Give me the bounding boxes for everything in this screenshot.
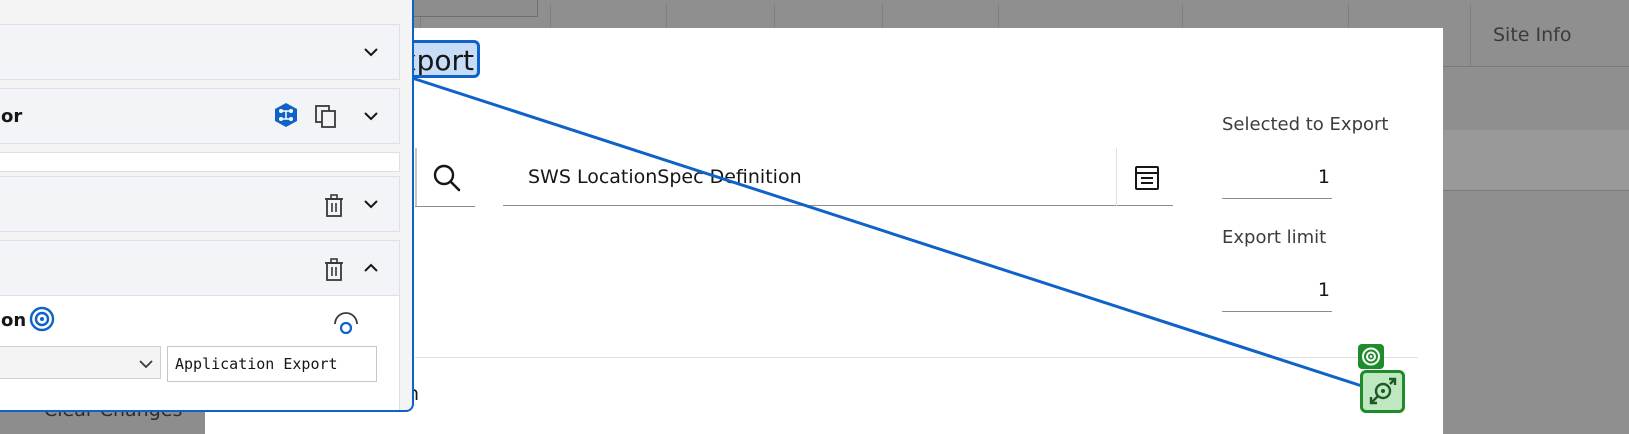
application-export-input[interactable]: Application Export bbox=[167, 346, 377, 382]
panel-row-expanded[interactable] bbox=[0, 240, 400, 296]
panel-row-properties[interactable]: or bbox=[0, 88, 400, 144]
row-label: on bbox=[1, 310, 27, 331]
panel-row-step[interactable] bbox=[0, 176, 400, 232]
type-dropdown[interactable] bbox=[0, 346, 161, 379]
row-label: or bbox=[1, 106, 23, 127]
chevron-down-icon[interactable] bbox=[362, 107, 380, 125]
search-input[interactable]: SWS LocationSpec Definition bbox=[503, 148, 1173, 206]
field-details-button[interactable] bbox=[1116, 148, 1175, 206]
background-tab[interactable]: Site Info bbox=[1470, 4, 1629, 66]
copy-icon[interactable] bbox=[313, 103, 339, 129]
search-icon bbox=[433, 164, 461, 192]
export-limit-label: Export limit bbox=[1222, 227, 1327, 248]
target-icon bbox=[1362, 347, 1380, 366]
trash-icon[interactable] bbox=[321, 193, 347, 219]
search-input-value: SWS LocationSpec Definition bbox=[528, 166, 802, 188]
chevron-down-icon[interactable] bbox=[362, 43, 380, 61]
modal-divider bbox=[415, 357, 1418, 358]
hexagon-network-icon[interactable] bbox=[273, 102, 299, 128]
connector-endpoint-button[interactable] bbox=[1360, 370, 1405, 413]
document-list-icon bbox=[1135, 166, 1159, 190]
export-limit-field[interactable]: 1 bbox=[1222, 268, 1332, 312]
chevron-down-icon[interactable] bbox=[362, 195, 380, 213]
trash-icon[interactable] bbox=[321, 257, 347, 283]
properties-panel: or on Application Export bbox=[0, 0, 414, 412]
signal-target-icon[interactable] bbox=[333, 310, 359, 336]
selected-to-export-field[interactable]: 1 bbox=[1222, 155, 1332, 199]
divider bbox=[415, 148, 417, 206]
chevron-up-icon[interactable] bbox=[362, 259, 380, 277]
panel-spacer bbox=[0, 152, 400, 172]
target-icon[interactable] bbox=[29, 306, 55, 332]
connect-icon bbox=[1369, 377, 1397, 405]
target-marker[interactable] bbox=[1358, 344, 1384, 369]
chevron-down-icon bbox=[139, 360, 153, 369]
selected-to-export-label: Selected to Export bbox=[1222, 114, 1389, 135]
panel-row-collapsed[interactable] bbox=[0, 24, 400, 80]
search-button[interactable] bbox=[415, 148, 475, 207]
